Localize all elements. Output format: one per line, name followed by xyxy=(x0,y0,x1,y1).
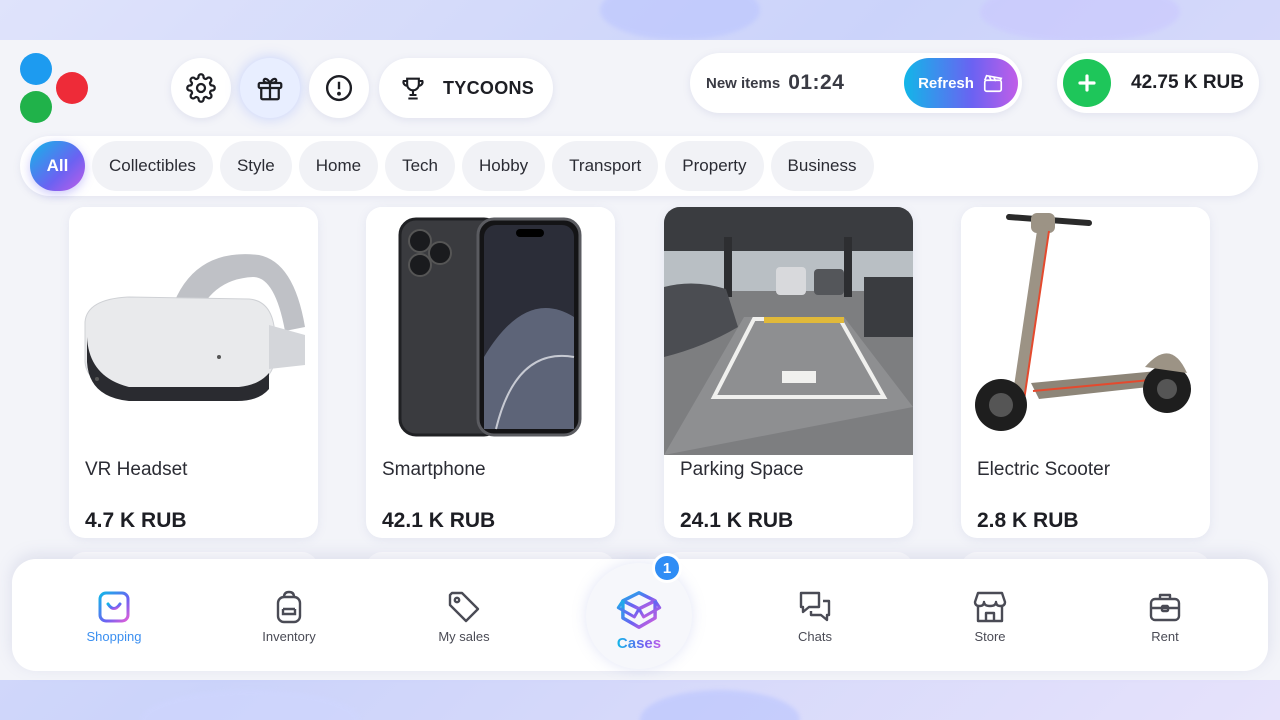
product-card[interactable]: Electric Scooter 2.8 K RUB xyxy=(961,207,1210,538)
product-price: 2.8 K RUB xyxy=(977,509,1079,532)
trophy-icon xyxy=(402,77,424,100)
shopping-bag-icon xyxy=(98,591,130,623)
nav-inventory[interactable]: Inventory xyxy=(239,589,339,644)
new-items-timer: 01:24 xyxy=(788,71,845,94)
refresh-label: Refresh xyxy=(918,74,974,92)
product-image-parking-space xyxy=(664,207,913,455)
nav-inventory-label: Inventory xyxy=(262,629,316,644)
product-image-vr-headset xyxy=(69,207,318,455)
product-title: Smartphone xyxy=(382,459,486,480)
background-decoration xyxy=(980,0,1180,42)
nav-rent[interactable]: Rent xyxy=(1115,589,1215,644)
backpack-icon xyxy=(276,590,302,624)
nav-store-label: Store xyxy=(974,629,1006,644)
settings-button[interactable] xyxy=(171,58,231,118)
add-funds-button[interactable] xyxy=(1063,59,1111,107)
category-property[interactable]: Property xyxy=(665,141,764,191)
clapperboard-icon xyxy=(983,74,1003,93)
gift-icon xyxy=(257,77,283,101)
refresh-button[interactable]: Refresh xyxy=(904,58,1018,108)
product-price: 42.1 K RUB xyxy=(382,509,496,532)
category-all[interactable]: All xyxy=(30,141,85,191)
cases-notification-badge: 1 xyxy=(652,553,682,583)
product-card[interactable]: Smartphone 42.1 K RUB xyxy=(366,207,615,538)
nav-my-sales-label: My sales xyxy=(438,629,490,644)
product-title: VR Headset xyxy=(85,459,188,480)
nav-my-sales[interactable]: My sales xyxy=(414,589,514,644)
bottom-navigation: Shopping Inventory My sales Cases 1 Chat… xyxy=(12,553,1268,671)
logo-dot-green xyxy=(20,91,52,123)
product-image-electric-scooter xyxy=(961,207,1210,455)
logo-dot-blue xyxy=(20,53,52,85)
tag-icon xyxy=(448,591,480,623)
plus-icon xyxy=(1078,74,1096,92)
gift-button[interactable] xyxy=(240,58,300,118)
app-screen: TYCOONS New items 01:24 Refresh 42.75 K … xyxy=(0,40,1280,680)
nav-rent-label: Rent xyxy=(1151,629,1179,644)
nav-shopping[interactable]: Shopping xyxy=(64,589,164,644)
product-card[interactable]: Parking Space 24.1 K RUB xyxy=(664,207,913,538)
category-style[interactable]: Style xyxy=(219,141,292,191)
background-decoration xyxy=(640,690,800,720)
nav-chats-label: Chats xyxy=(798,629,832,644)
product-title: Electric Scooter xyxy=(977,459,1111,480)
category-home[interactable]: Home xyxy=(298,141,379,191)
gear-icon xyxy=(186,73,216,103)
briefcase-icon xyxy=(1149,593,1181,622)
nav-cases-label: Cases xyxy=(616,635,662,652)
product-title: Parking Space xyxy=(680,459,804,480)
balance-amount: 42.75 K RUB xyxy=(1131,72,1244,93)
product-price: 24.1 K RUB xyxy=(680,509,794,532)
nav-chats[interactable]: Chats xyxy=(765,589,865,644)
product-price: 4.7 K RUB xyxy=(85,509,187,532)
category-bar: All Collectibles Style Home Tech Hobby T… xyxy=(20,136,1258,196)
category-business[interactable]: Business xyxy=(770,141,874,191)
logo-dot-red xyxy=(56,72,88,104)
background-decoration xyxy=(600,0,760,40)
background-decoration xyxy=(140,690,360,720)
new-items-label: New items xyxy=(706,74,781,92)
balance-panel: 42.75 K RUB xyxy=(1057,53,1259,113)
category-hobby[interactable]: Hobby xyxy=(462,141,546,191)
nav-cases[interactable]: Cases xyxy=(589,587,689,652)
product-image-smartphone xyxy=(366,207,615,455)
app-logo xyxy=(20,53,92,125)
alert-button[interactable] xyxy=(309,58,369,118)
store-icon xyxy=(973,591,1007,623)
alert-icon xyxy=(325,74,353,102)
new-items-panel: New items 01:24 Refresh xyxy=(690,53,1022,113)
category-tech[interactable]: Tech xyxy=(385,141,456,191)
tycoons-button[interactable]: TYCOONS xyxy=(379,58,553,118)
nav-shopping-label: Shopping xyxy=(86,629,142,644)
nav-store[interactable]: Store xyxy=(940,589,1040,644)
chat-icon xyxy=(799,591,831,622)
product-card[interactable]: VR Headset 4.7 K RUB xyxy=(69,207,318,538)
tycoons-label: TYCOONS xyxy=(443,77,535,98)
cases-box-icon xyxy=(616,591,662,629)
category-collectibles[interactable]: Collectibles xyxy=(92,141,213,191)
category-transport[interactable]: Transport xyxy=(552,141,659,191)
